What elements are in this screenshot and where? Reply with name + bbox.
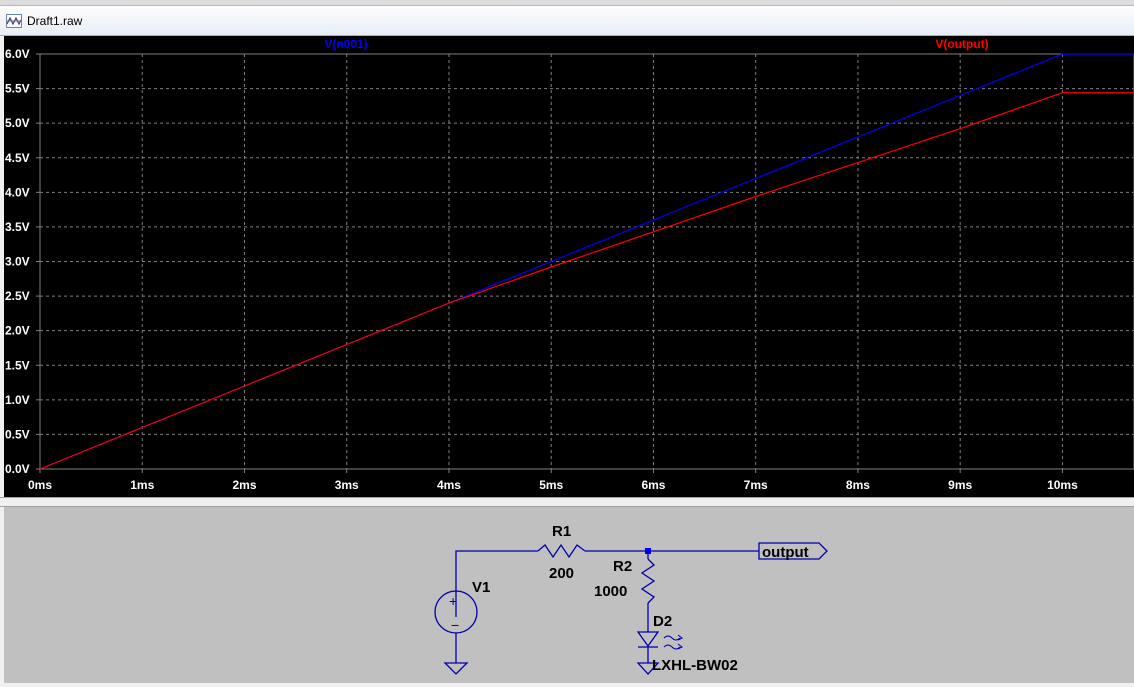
r2-value-label[interactable]: 1000 (594, 583, 627, 600)
schematic-canvas[interactable]: output + − R1 200 R2 1000 V1 D2 LXHL-BW0… (4, 507, 1134, 683)
schematic-pane[interactable]: output + − R1 200 R2 1000 V1 D2 LXHL-BW0… (4, 507, 1134, 683)
led-light-rays-icon (663, 634, 683, 650)
y-tick-label: 4.0V (5, 185, 30, 199)
r1-value-label[interactable]: 200 (549, 565, 574, 582)
x-tick-label: 7ms (744, 478, 768, 492)
output-net-label: output (762, 544, 809, 561)
y-tick-label: 2.0V (5, 324, 30, 338)
x-tick-label: 8ms (846, 478, 870, 492)
x-tick-label: 2ms (232, 478, 256, 492)
svg-text:−: − (451, 617, 459, 633)
y-tick-label: 1.0V (5, 393, 30, 407)
r1-ref-label[interactable]: R1 (552, 523, 571, 540)
y-tick-label: 3.0V (5, 255, 30, 269)
y-tick-label: 5.5V (5, 82, 30, 96)
d2-value-label[interactable]: LXHL-BW02 (652, 657, 738, 674)
trace-label[interactable]: V(output) (935, 37, 988, 51)
d2-ref-label[interactable]: D2 (653, 613, 672, 630)
trace-label[interactable]: V(n001) (324, 37, 367, 51)
x-tick-label: 1ms (130, 478, 154, 492)
v1-ref-label[interactable]: V1 (472, 579, 490, 596)
y-tick-label: 0.5V (5, 427, 30, 441)
x-tick-label: 5ms (539, 478, 563, 492)
d2-led-symbol[interactable] (636, 631, 660, 648)
y-tick-label: 6.0V (5, 47, 30, 61)
waveform-viewer-window: Draft1.raw 0.0V 0.5V 1.0V 1.5V 2.0V 2.5V 3.0V 3… (0, 0, 1134, 687)
y-tick-label: 2.5V (5, 289, 30, 303)
plot-titlebar[interactable]: Draft1.raw (0, 6, 1134, 36)
y-tick-label: 1.5V (5, 358, 30, 372)
x-tick-label: 4ms (437, 478, 461, 492)
x-tick-label: 3ms (335, 478, 359, 492)
y-tick-label: 3.5V (5, 220, 30, 234)
x-tick-label: 6ms (641, 478, 665, 492)
svg-text:+: + (449, 593, 457, 609)
pane-splitter[interactable] (0, 497, 1134, 507)
x-tick-label: 10ms (1047, 478, 1078, 492)
plot-window-title: Draft1.raw (27, 14, 83, 28)
waveform-plot-pane[interactable]: 0.0V 0.5V 1.0V 1.5V 2.0V 2.5V 3.0V 3.5V 4.0V 4.5V… (4, 36, 1134, 498)
y-tick-label: 0.0V (5, 462, 30, 476)
wire-v1-r1[interactable] (455, 550, 538, 617)
v1-ground-icon[interactable] (443, 662, 469, 675)
x-tick-label: 0ms (28, 478, 52, 492)
y-tick-label: 5.0V (5, 116, 30, 130)
r2-ref-label[interactable]: R2 (613, 558, 632, 575)
waveform-icon (6, 14, 22, 28)
y-tick-label: 4.5V (5, 151, 30, 165)
x-tick-label: 9ms (948, 478, 972, 492)
r1-resistor-symbol[interactable] (537, 543, 586, 559)
bottom-border (0, 683, 1134, 687)
waveform-plot[interactable]: 0.0V 0.5V 1.0V 1.5V 2.0V 2.5V 3.0V 3.5V 4.0V 4.5V… (4, 36, 1134, 498)
r2-resistor-symbol[interactable] (640, 558, 656, 604)
